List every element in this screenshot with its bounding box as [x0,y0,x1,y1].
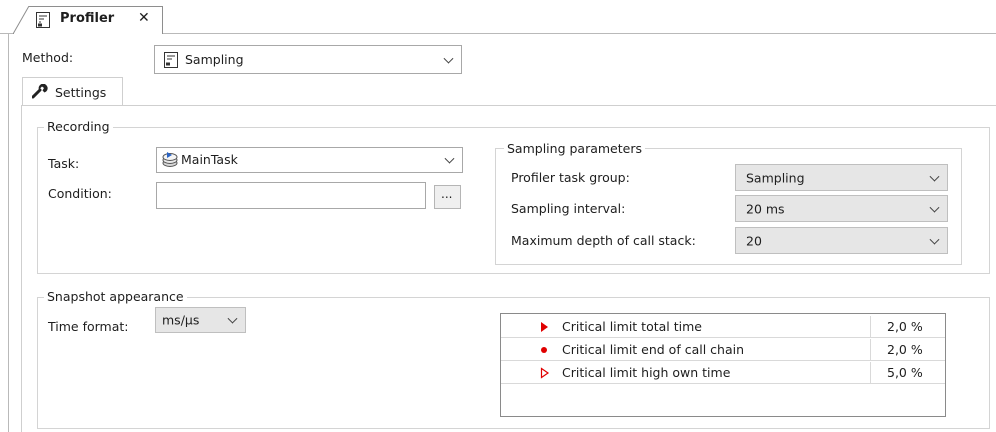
method-icon [164,52,178,68]
chevron-down-icon [443,53,454,64]
close-icon[interactable]: ✕ [138,10,150,26]
table-row[interactable]: Critical limit high own time 5,0 % [501,362,945,384]
limit-value[interactable]: 2,0 % [887,319,923,334]
critical-limits-table: Critical limit total time 2,0 % Critical… [500,313,946,417]
chevron-down-icon [929,171,940,182]
limit-value[interactable]: 2,0 % [887,342,923,357]
recording-title: Recording [44,119,113,134]
interval-dropdown[interactable]: 20 ms [735,195,948,222]
table-row[interactable]: Critical limit end of call chain 2,0 % [501,339,945,361]
chevron-down-icon [929,202,940,213]
wrench-icon [32,84,48,99]
outline-triangle-icon [540,367,550,379]
table-row[interactable]: Critical limit total time 2,0 % [501,316,945,338]
task-value: MainTask [181,152,238,167]
task-dropdown[interactable]: MainTask [156,147,463,173]
tab-settings[interactable]: Settings [22,77,123,106]
time-format-value: ms/µs [162,312,200,328]
dot-icon [541,347,547,353]
method-value: Sampling [185,52,244,67]
tab-title: Profiler [60,11,115,26]
limit-name-cell: Critical limit high own time [501,362,871,383]
browse-label: ... [441,187,453,201]
method-label: Method: [22,50,74,65]
sampling-parameters-title: Sampling parameters [504,141,645,156]
limit-value[interactable]: 5,0 % [887,365,923,380]
interval-value: 20 ms [746,201,785,216]
method-dropdown[interactable]: Sampling [154,45,462,74]
task-icon [162,152,178,167]
task-group-dropdown[interactable]: Sampling [735,164,948,191]
limit-name: Critical limit total time [562,319,702,334]
task-group-value: Sampling [746,170,805,185]
filled-triangle-icon [541,322,548,332]
task-group-label: Profiler task group: [511,170,630,185]
limit-name-cell: Critical limit end of call chain [501,339,871,360]
depth-dropdown[interactable]: 20 [735,227,948,254]
condition-label: Condition: [48,186,112,201]
settings-tab-label: Settings [55,85,107,100]
condition-input[interactable] [156,182,426,209]
depth-label: Maximum depth of call stack: [511,233,696,248]
limit-name-cell: Critical limit total time [501,316,871,337]
time-format-label: Time format: [48,319,129,334]
condition-browse-button[interactable]: ... [434,185,461,209]
snapshot-appearance-title: Snapshot appearance [44,289,187,304]
profiler-icon [36,12,50,28]
task-label: Task: [48,156,80,171]
interval-label: Sampling interval: [511,201,626,216]
limit-name: Critical limit end of call chain [562,342,745,357]
time-format-dropdown[interactable]: ms/µs [155,307,246,333]
depth-value: 20 [746,233,762,248]
limit-name: Critical limit high own time [562,365,731,380]
chevron-down-icon [227,313,238,324]
chevron-down-icon [929,234,940,245]
chevron-down-icon [444,153,455,164]
tab-edge [13,6,30,34]
